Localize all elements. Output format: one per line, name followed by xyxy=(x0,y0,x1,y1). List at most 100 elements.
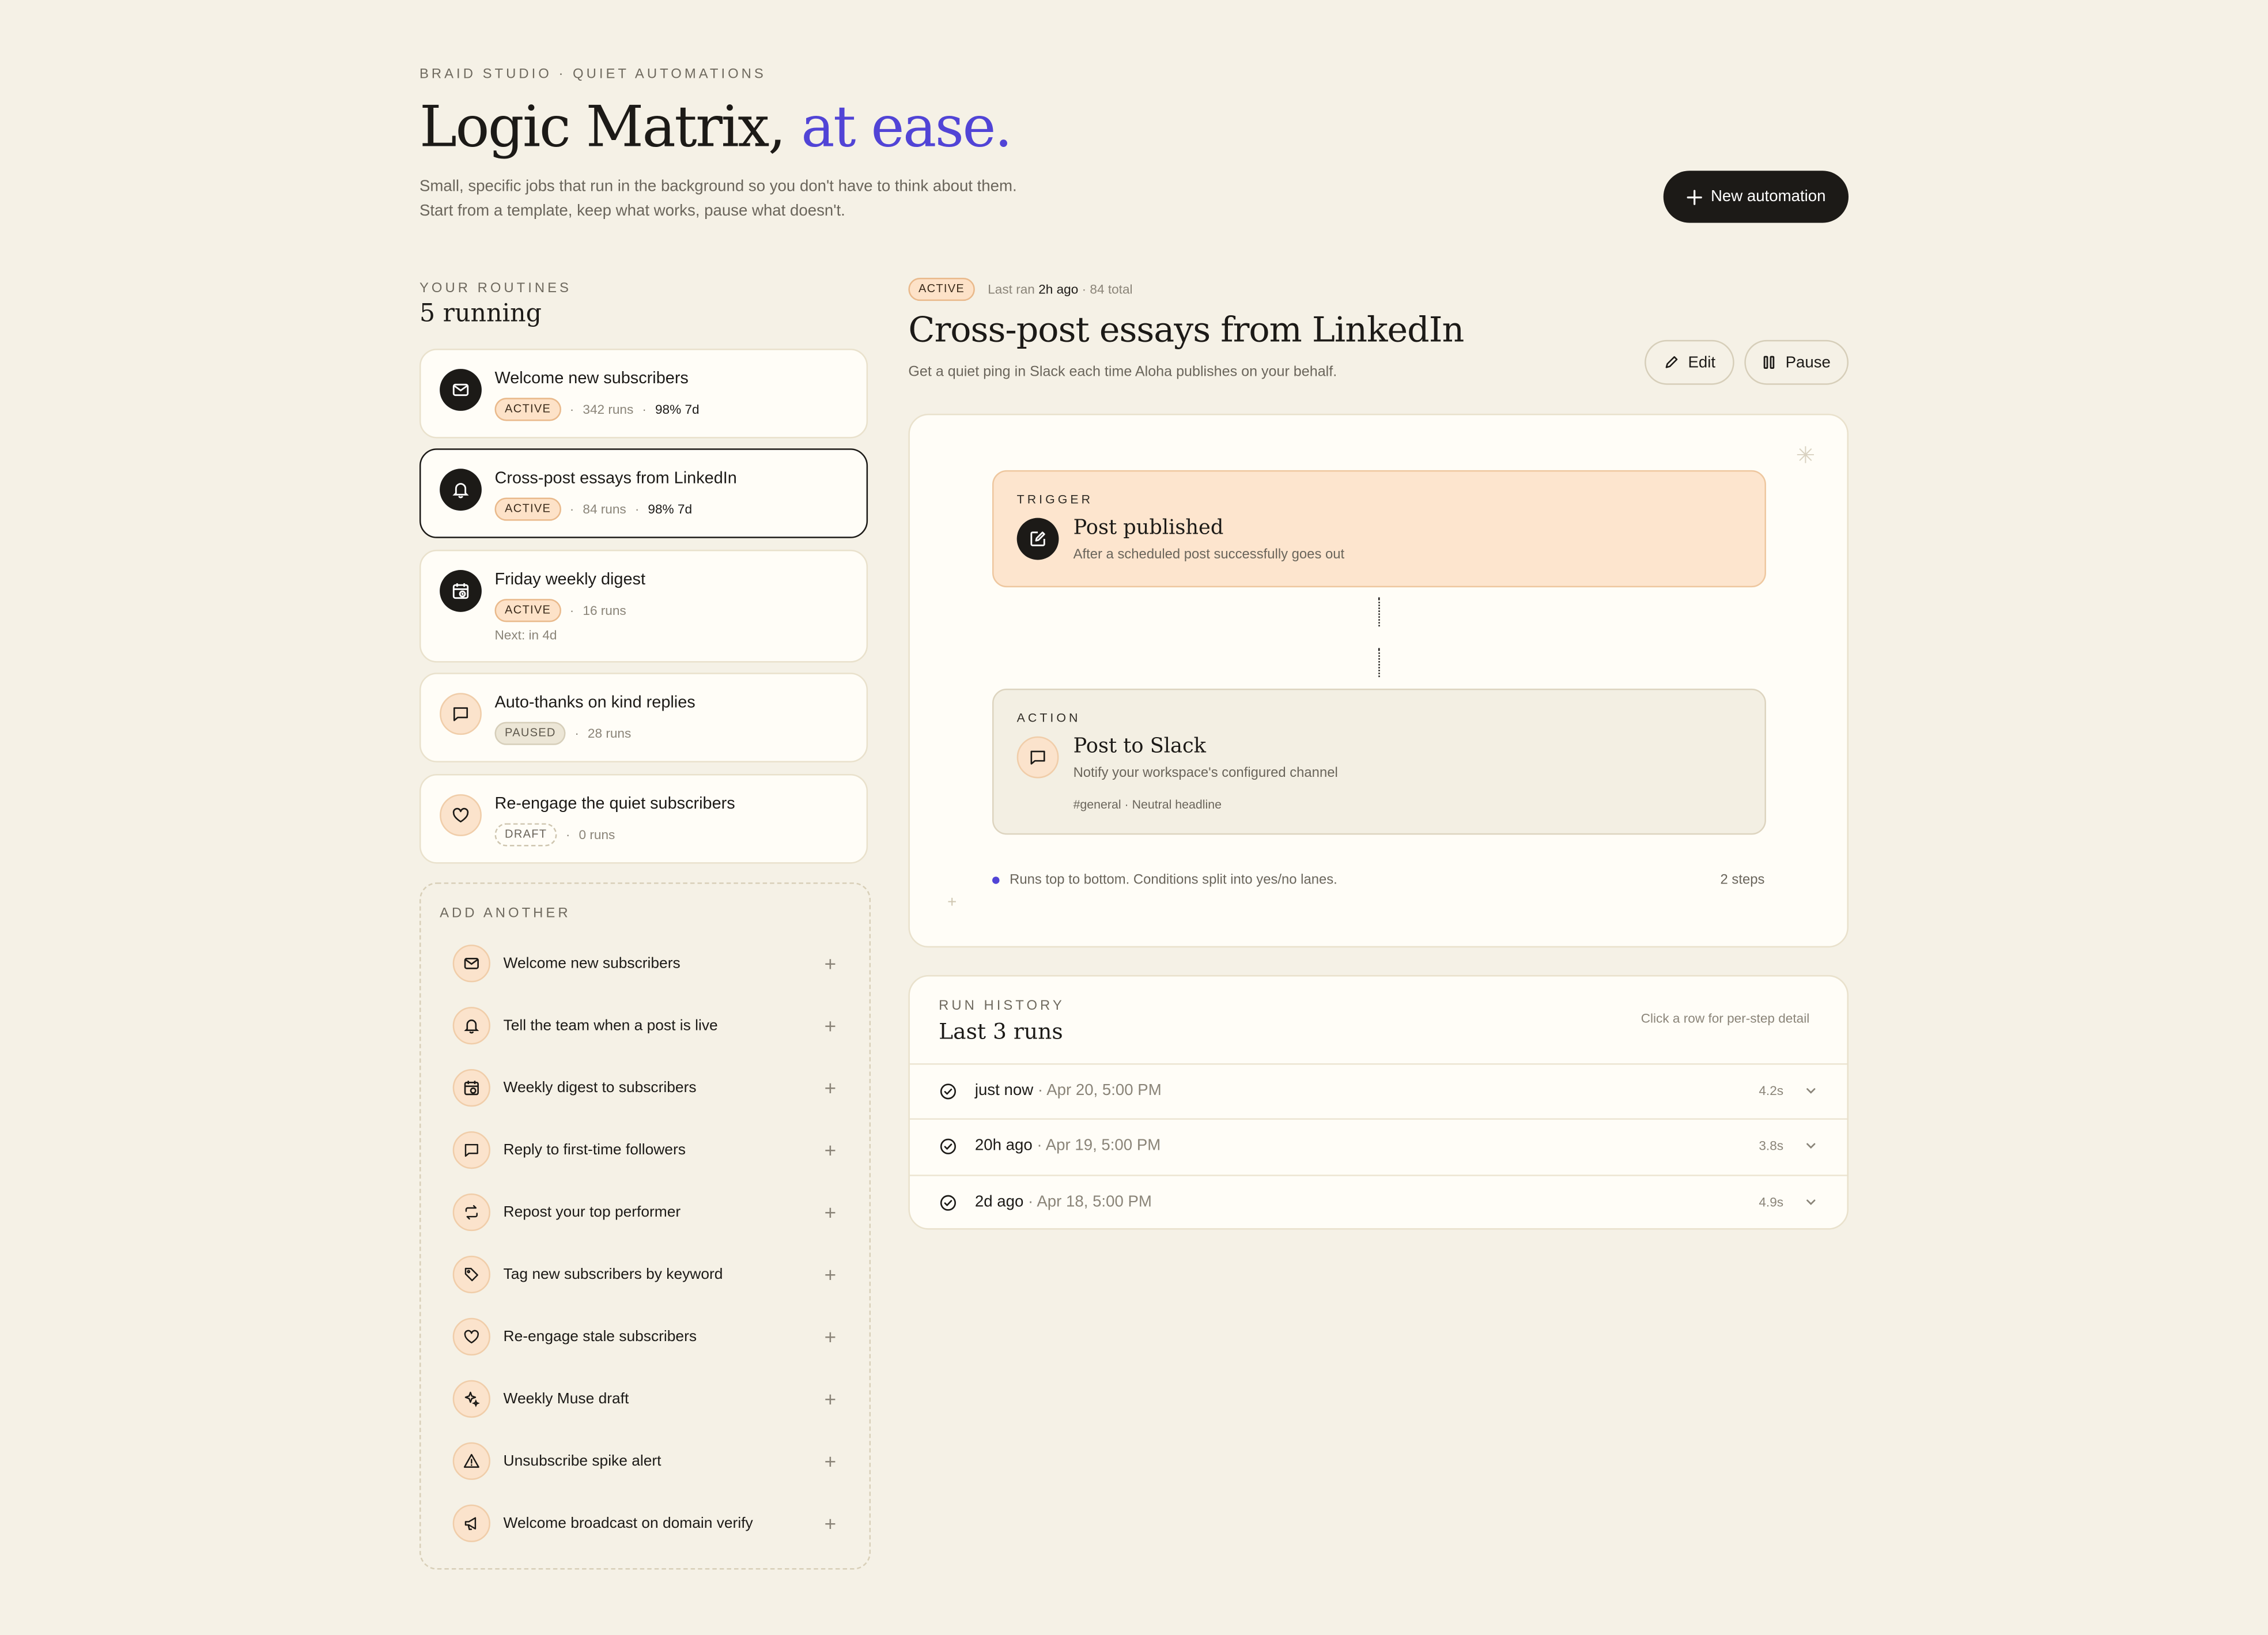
status-badge: PAUSED xyxy=(494,722,566,745)
flow-legend: Runs top to bottom. Conditions split int… xyxy=(992,873,1337,888)
status-badge: ACTIVE xyxy=(908,277,975,301)
routine-name: Friday weekly digest xyxy=(494,571,646,589)
run-duration: 4.2s xyxy=(1759,1083,1784,1098)
run-row[interactable]: 20h ago · Apr 19, 5:00 PM 3.8s xyxy=(909,1118,1847,1173)
routine-meta: ACTIVE · 342 runs · 98% 7d xyxy=(494,398,700,421)
routine-name: Welcome new subscribers xyxy=(494,370,689,388)
template-item[interactable]: Welcome broadcast on domain verify + xyxy=(452,1502,841,1545)
template-item[interactable]: Tag new subscribers by keyword + xyxy=(452,1253,841,1296)
last-ran-prefix: Last ran xyxy=(988,282,1035,297)
new-automation-button[interactable]: New automation xyxy=(1663,171,1849,223)
subtitle-line-2: Start from a template, keep what works, … xyxy=(419,202,845,220)
plus-icon[interactable]: + xyxy=(820,1325,840,1348)
action-eyebrow: ACTION xyxy=(1016,710,1081,725)
mail-icon xyxy=(452,945,490,983)
action-title: Post to Slack xyxy=(1073,735,1206,758)
template-item[interactable]: Welcome new subscribers + xyxy=(452,942,841,985)
pause-icon xyxy=(1762,354,1776,371)
routine-card-welcome[interactable]: Welcome new subscribers ACTIVE · 342 runs… xyxy=(419,348,868,439)
status-badge: ACTIVE xyxy=(494,398,561,421)
tag-icon xyxy=(452,1255,490,1294)
add-another-panel: ADD ANOTHER Welcome new subscribers + Te… xyxy=(419,882,871,1570)
heart-icon xyxy=(440,794,482,836)
run-time: just now · Apr 20, 5:00 PM xyxy=(975,1082,1162,1100)
repost-icon xyxy=(452,1193,490,1232)
template-name: Weekly digest to subscribers xyxy=(503,1079,697,1097)
run-row[interactable]: just now · Apr 20, 5:00 PM 4.2s xyxy=(909,1063,1847,1118)
alert-icon xyxy=(452,1442,490,1480)
trigger-eyebrow: TRIGGER xyxy=(1016,492,1094,507)
chevron-down-icon[interactable] xyxy=(1804,1139,1818,1153)
plus-icon[interactable]: + xyxy=(820,1014,840,1037)
routine-meta: PAUSED · 28 runs xyxy=(494,722,631,745)
mail-icon xyxy=(440,369,482,411)
template-item[interactable]: Tell the team when a post is live + xyxy=(452,1004,841,1047)
template-item[interactable]: Reply to first-time followers + xyxy=(452,1128,841,1172)
success-rate: 98% 7d xyxy=(648,502,693,517)
pause-button[interactable]: Pause xyxy=(1744,339,1849,385)
success-rate: 98% 7d xyxy=(655,402,700,417)
template-item[interactable]: Repost your top performer + xyxy=(452,1191,841,1234)
sparkle-icon: ✳ xyxy=(1795,444,1816,469)
template-item[interactable]: Weekly Muse draft + xyxy=(452,1377,841,1421)
calendar-clock-icon xyxy=(452,1069,490,1107)
template-name: Welcome new subscribers xyxy=(503,954,681,972)
chevron-down-icon[interactable] xyxy=(1804,1083,1818,1098)
plus-icon[interactable]: + xyxy=(820,1449,840,1472)
plus-icon[interactable]: + xyxy=(820,1139,840,1162)
plus-icon[interactable]: + xyxy=(820,1512,840,1535)
run-row[interactable]: 2d ago · Apr 18, 5:00 PM 4.9s xyxy=(909,1175,1847,1228)
run-relative: just now xyxy=(974,1082,1034,1100)
plus-icon[interactable]: + xyxy=(820,1263,840,1286)
add-another-eyebrow: ADD ANOTHER xyxy=(440,905,571,922)
routine-card-reengage[interactable]: Re-engage the quiet subscribers DRAFT · 0… xyxy=(419,773,868,864)
detail-title: Cross-post essays from LinkedIn xyxy=(908,309,1464,350)
routine-card-crosspost[interactable]: Cross-post essays from LinkedIn ACTIVE · … xyxy=(419,448,868,538)
new-automation-label: New automation xyxy=(1710,188,1826,206)
calendar-clock-icon xyxy=(440,570,482,612)
run-history-eyebrow: RUN HISTORY xyxy=(939,998,1065,1014)
run-duration: 3.8s xyxy=(1759,1138,1784,1153)
plus-icon[interactable]: + xyxy=(820,1387,840,1410)
bell-icon xyxy=(452,1007,490,1045)
routine-card-autothanks[interactable]: Auto-thanks on kind replies PAUSED · 28 r… xyxy=(419,673,868,762)
add-step-icon[interactable]: + xyxy=(947,894,957,911)
template-item[interactable]: Re-engage stale subscribers + xyxy=(452,1315,841,1358)
run-history-title: Last 3 runs xyxy=(939,1018,1063,1045)
page-title: Logic Matrix, at ease. xyxy=(419,95,1012,161)
routine-meta: ACTIVE · 84 runs · 98% 7d xyxy=(494,497,693,521)
routine-card-digest[interactable]: Friday weekly digest ACTIVE · 16 runs Nex… xyxy=(419,549,868,663)
subtitle-line-1: Small, specific jobs that run in the bac… xyxy=(419,178,1017,195)
legend-dot xyxy=(992,877,1000,884)
sparkles-icon xyxy=(452,1380,490,1418)
plus-icon[interactable]: + xyxy=(820,952,840,975)
run-history-panel: RUN HISTORY Last 3 runs Click a row for … xyxy=(908,975,1849,1230)
message-icon xyxy=(452,1131,490,1169)
step-count: 2 steps xyxy=(1720,872,1765,889)
title-main: Logic Matrix, xyxy=(419,95,786,161)
message-icon xyxy=(440,693,482,735)
edit-button[interactable]: Edit xyxy=(1645,339,1734,385)
brand-eyebrow: BRAID STUDIO · QUIET AUTOMATIONS xyxy=(419,66,766,83)
template-item[interactable]: Weekly digest to subscribers + xyxy=(452,1066,841,1109)
trigger-subtitle: After a scheduled post successfully goes… xyxy=(1073,546,1345,563)
run-relative: 20h ago xyxy=(974,1137,1033,1155)
template-name: Tell the team when a post is live xyxy=(503,1017,718,1034)
last-ran: 2h ago xyxy=(1038,282,1079,297)
routines-count: 5 running xyxy=(419,299,542,328)
trigger-node[interactable]: TRIGGER Post published After a scheduled… xyxy=(992,470,1766,588)
plus-icon[interactable]: + xyxy=(820,1077,840,1100)
template-name: Weekly Muse draft xyxy=(503,1390,629,1408)
action-node[interactable]: ACTION Post to Slack Notify your workspa… xyxy=(992,688,1766,835)
chevron-down-icon[interactable] xyxy=(1804,1195,1818,1209)
template-name: Unsubscribe spike alert xyxy=(503,1452,662,1470)
run-count: 84 runs xyxy=(583,502,626,517)
megaphone-icon xyxy=(452,1504,490,1542)
action-subtitle: Notify your workspace's configured chann… xyxy=(1073,765,1338,781)
template-name: Re-engage stale subscribers xyxy=(503,1328,697,1346)
routines-eyebrow: YOUR ROUTINES xyxy=(419,280,572,297)
status-badge: ACTIVE xyxy=(494,497,561,521)
run-date: · Apr 20, 5:00 PM xyxy=(1033,1082,1162,1100)
template-item[interactable]: Unsubscribe spike alert + xyxy=(452,1440,841,1483)
plus-icon[interactable]: + xyxy=(820,1200,840,1224)
